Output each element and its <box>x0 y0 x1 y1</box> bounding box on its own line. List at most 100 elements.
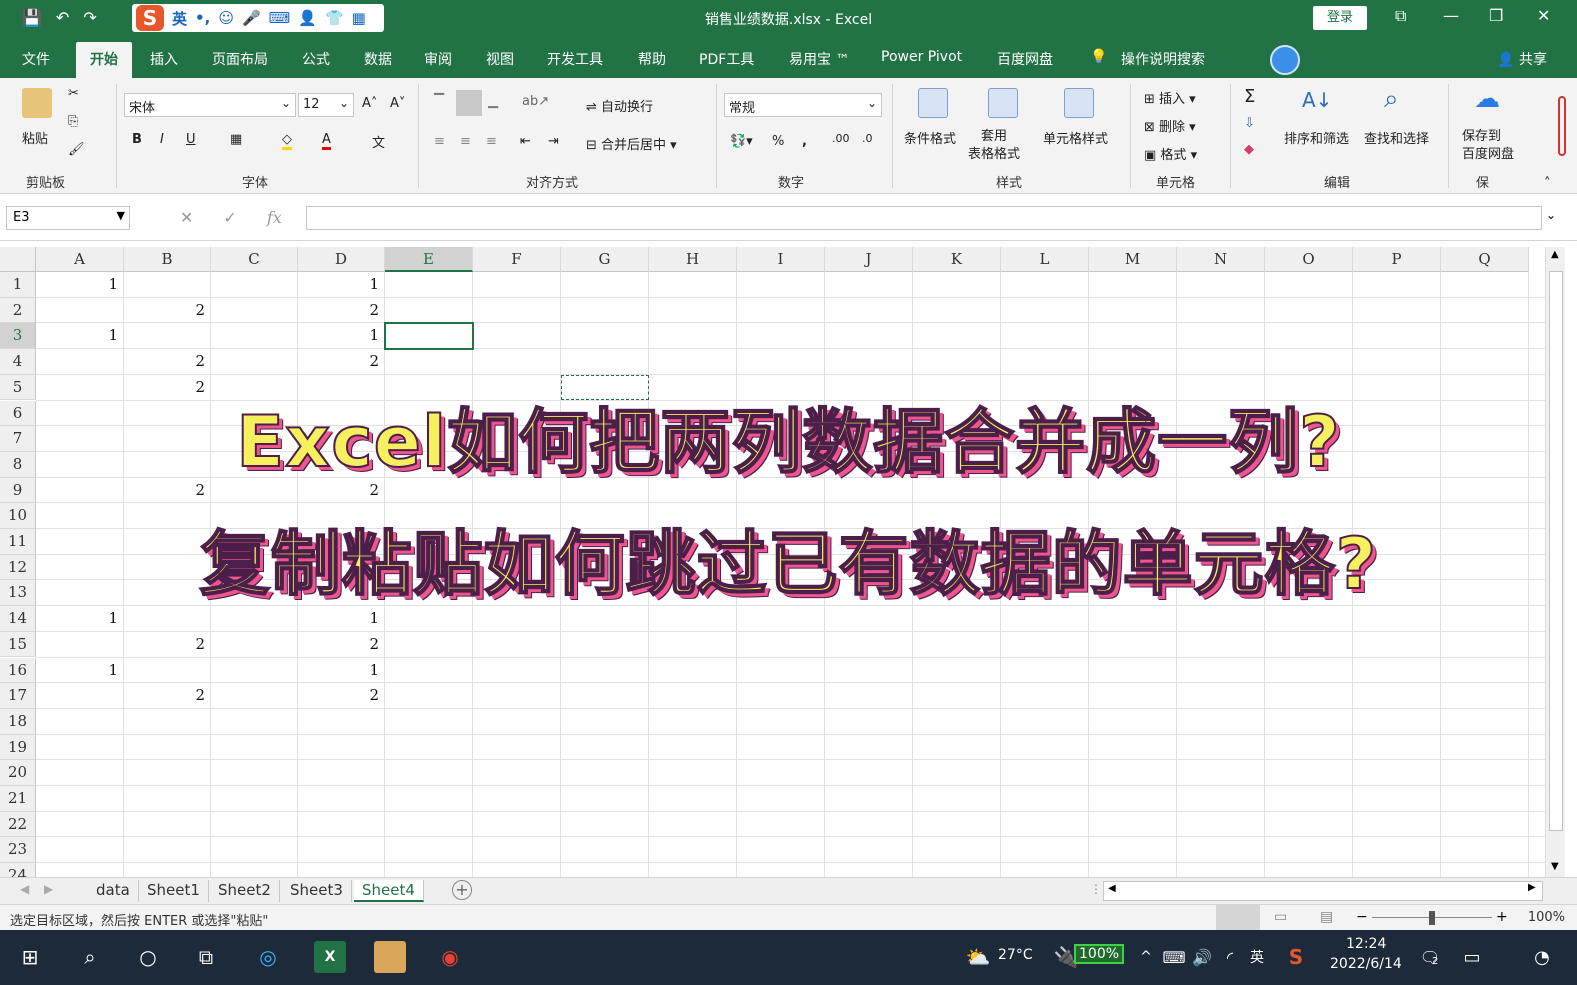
column-header-l[interactable]: L <box>1001 247 1089 272</box>
zoom-in-icon[interactable]: + <box>1496 909 1508 925</box>
copy-icon[interactable]: ⎘ <box>68 114 78 129</box>
scroll-left-icon[interactable]: ◀ <box>1108 883 1116 894</box>
column-header-e[interactable]: E <box>385 247 473 272</box>
format-button[interactable]: ▣ 格式 ▾ <box>1144 144 1197 163</box>
tab-data[interactable]: 数据 <box>364 49 392 69</box>
column-header-b[interactable]: B <box>124 247 211 272</box>
underline-icon[interactable]: U <box>186 132 196 147</box>
merge-center-button[interactable]: ⊟ 合并后居中 ▾ <box>586 134 677 153</box>
page-layout-view-icon[interactable]: ▭ <box>1274 909 1287 925</box>
restore-icon[interactable]: ❐ <box>1489 6 1503 25</box>
active-cell[interactable] <box>384 322 474 351</box>
tab-formulas[interactable]: 公式 <box>302 49 330 69</box>
fill-color-icon[interactable]: ◇ <box>282 132 292 150</box>
baidu-cloud-icon[interactable]: ☁ <box>1474 84 1500 114</box>
select-all-corner[interactable] <box>0 247 36 272</box>
cell-b4[interactable]: 2 <box>124 349 211 375</box>
column-header-i[interactable]: I <box>737 247 825 272</box>
wrap-text-button[interactable]: ⇌ 自动换行 <box>586 96 653 115</box>
formula-input[interactable] <box>306 206 1542 230</box>
cell-styles-button[interactable]: 单元格样式 <box>1043 128 1108 147</box>
cell-a3[interactable]: 1 <box>36 323 124 349</box>
align-bottom-icon[interactable]: ▁ <box>488 94 498 109</box>
row-header-15[interactable]: 15 <box>0 631 36 658</box>
scroll-right-icon[interactable]: ▶ <box>1528 882 1536 893</box>
column-header-k[interactable]: K <box>913 247 1001 272</box>
vertical-scrollbar[interactable]: ▲ ▼ <box>1545 247 1565 877</box>
tab-insert[interactable]: 插入 <box>150 49 178 69</box>
align-middle-icon[interactable] <box>456 90 482 116</box>
currency-icon[interactable]: 💱▾ <box>730 134 753 149</box>
cell-d17[interactable]: 2 <box>298 683 385 709</box>
excel-app-icon[interactable]: X <box>314 941 346 973</box>
conditional-format-button[interactable]: 条件格式 <box>904 128 956 147</box>
insert-function-icon[interactable]: fx <box>267 208 282 227</box>
column-header-j[interactable]: J <box>825 247 913 272</box>
column-header-a[interactable]: A <box>36 247 124 272</box>
phonetic-icon[interactable]: 文 <box>372 132 385 151</box>
find-icon[interactable]: ⌕ <box>1384 84 1399 115</box>
tab-view[interactable]: 视图 <box>486 49 514 69</box>
column-header-q[interactable]: Q <box>1441 247 1529 272</box>
format-painter-icon[interactable]: 🖌 <box>68 142 85 157</box>
next-sheet-icon[interactable]: ▶ <box>44 882 53 896</box>
scroll-up-icon[interactable]: ▲ <box>1551 249 1559 260</box>
font-name-select[interactable]: 宋体 ⌄ <box>124 93 296 117</box>
column-header-h[interactable]: H <box>649 247 737 272</box>
increase-decimal-icon[interactable]: .00 <box>832 132 850 145</box>
normal-view-icon[interactable] <box>1216 905 1260 931</box>
decrease-decimal-icon[interactable]: .0 <box>862 132 873 145</box>
increase-font-icon[interactable]: A˄ <box>362 96 377 111</box>
row-header-21[interactable]: 21 <box>0 786 36 812</box>
login-button[interactable]: 登录 <box>1313 6 1367 30</box>
bold-icon[interactable]: B <box>132 132 142 147</box>
prev-sheet-icon[interactable]: ◀ <box>20 882 29 896</box>
row-header-14[interactable]: 14 <box>0 606 36 632</box>
tab-file[interactable]: 文件 <box>22 49 50 69</box>
minimize-icon[interactable]: — <box>1443 6 1459 25</box>
sheet-tab-data[interactable]: data <box>88 880 139 902</box>
clock-time[interactable]: 12:24 <box>1346 936 1386 952</box>
border-icon[interactable]: ▦ <box>230 132 242 147</box>
row-header-1[interactable]: 1 <box>0 272 36 298</box>
cell-b17[interactable]: 2 <box>124 683 211 709</box>
close-icon[interactable]: ✕ <box>1537 6 1550 25</box>
tab-pdf-tools[interactable]: PDF工具 <box>699 49 754 69</box>
paste-button[interactable]: 粘贴 <box>22 128 48 147</box>
align-left-icon[interactable]: ≡ <box>434 134 445 149</box>
task-view-icon[interactable]: ⧉ <box>190 941 222 973</box>
sheet-tab-sheet2[interactable]: Sheet2 <box>210 880 280 902</box>
clear-icon[interactable]: ◆ <box>1244 142 1254 157</box>
page-break-view-icon[interactable]: ▤ <box>1320 909 1333 925</box>
chrome-icon[interactable]: ◉ <box>434 941 466 973</box>
comma-icon[interactable]: , <box>802 134 807 149</box>
align-top-icon[interactable]: ▔ <box>434 94 444 109</box>
zoom-level[interactable]: 100% <box>1528 910 1565 925</box>
cell-d4[interactable]: 2 <box>298 349 385 375</box>
number-format-select[interactable]: 常规 ⌄ <box>724 93 882 117</box>
row-header-19[interactable]: 19 <box>0 734 36 761</box>
tab-baidu-netdisk[interactable]: 百度网盘 <box>997 49 1053 69</box>
cell-a16[interactable]: 1 <box>36 658 124 684</box>
tell-me-search[interactable]: 操作说明搜索 <box>1121 49 1205 69</box>
cell-d14[interactable]: 1 <box>298 606 385 632</box>
image-app-icon[interactable] <box>374 941 406 973</box>
row-header-24[interactable]: 24 <box>0 863 36 877</box>
row-header-4[interactable]: 4 <box>0 349 36 375</box>
column-header-o[interactable]: O <box>1265 247 1353 272</box>
font-size-select[interactable]: 12 ⌄ <box>298 93 354 117</box>
cell-d3[interactable]: 1 <box>298 323 385 349</box>
sheet-tab-sheet3[interactable]: Sheet3 <box>282 880 352 902</box>
sort-filter-button[interactable]: 排序和筛选 <box>1284 128 1349 147</box>
cancel-icon[interactable]: ✕ <box>180 208 193 227</box>
decrease-indent-icon[interactable]: ⇤ <box>520 134 531 149</box>
percent-icon[interactable]: % <box>772 134 784 149</box>
fill-icon[interactable]: ⇩ <box>1244 116 1255 131</box>
cell-b15[interactable]: 2 <box>124 632 211 658</box>
record-button[interactable] <box>1270 45 1300 75</box>
column-header-c[interactable]: C <box>211 247 298 272</box>
cell-a14[interactable]: 1 <box>36 606 124 632</box>
search-icon[interactable]: ⌕ <box>74 941 106 973</box>
sort-filter-icon[interactable]: A↓ <box>1302 88 1332 112</box>
cortana-icon[interactable]: ○ <box>132 941 164 973</box>
